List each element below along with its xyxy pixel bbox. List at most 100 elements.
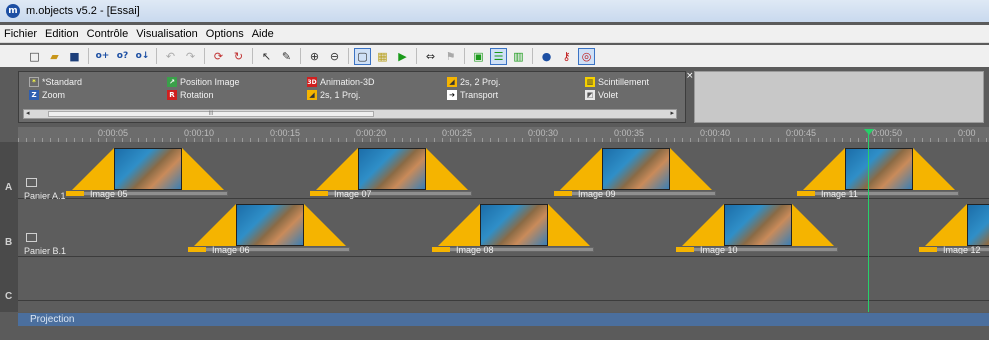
cursor-icon[interactable]: ↖ <box>258 48 275 65</box>
play-icon[interactable]: ▶ <box>394 48 411 65</box>
menu-aide[interactable]: Aide <box>248 28 278 40</box>
palette-item-zoom[interactable]: Z Zoom <box>29 89 65 101</box>
projection-panel-header[interactable]: Projection <box>18 313 989 326</box>
menu-options[interactable]: Options <box>202 28 248 40</box>
palette-item-rotation[interactable]: R Rotation <box>167 89 214 101</box>
key-icon[interactable]: ⚷ <box>558 48 575 65</box>
clip[interactable]: Image 10 <box>676 204 838 255</box>
menu-fichier[interactable]: Fichier <box>0 28 41 40</box>
clip-thumbnail <box>724 204 792 246</box>
palette-item-standard[interactable]: * *Standard <box>29 76 82 88</box>
grid-icon[interactable]: ▦ <box>374 48 391 65</box>
palette-item-animation-3d[interactable]: 3D Animation-3D <box>307 76 375 88</box>
fade-in-ramp[interactable] <box>316 148 358 190</box>
clip-thumbnail <box>480 204 548 246</box>
fade-out-ramp[interactable] <box>548 204 590 246</box>
loop-active-icon[interactable]: ◎ <box>578 47 595 65</box>
fade-in-ramp[interactable] <box>682 204 724 246</box>
window-title: m.objects v5.2 - [Essai] <box>26 5 140 17</box>
panel-icon[interactable]: ▥ <box>510 48 527 65</box>
scroll-left-icon[interactable]: ◂ <box>26 110 30 118</box>
object-help-icon[interactable]: o? <box>114 48 131 65</box>
palette-scrollbar[interactable]: ◂ III ▸ <box>23 109 677 119</box>
clip-label: Image 09 <box>578 189 616 199</box>
object-add-icon[interactable]: o+ <box>94 48 111 65</box>
clip[interactable]: Image 12 <box>919 204 989 254</box>
redo-icon[interactable]: ↷ <box>182 48 199 65</box>
app-logo-icon: m <box>6 4 20 18</box>
track-b-checkbox[interactable] <box>26 233 37 242</box>
track-letter-a: A <box>5 182 13 193</box>
palette-item-position-image[interactable]: ↗ Position Image <box>167 76 240 88</box>
clip[interactable]: Image 05 <box>66 148 228 199</box>
save-icon[interactable]: ■ <box>66 48 83 65</box>
fade-out-ramp[interactable] <box>182 148 224 190</box>
palette-item-label: Volet <box>598 90 619 100</box>
open-icon[interactable]: ▰ <box>46 48 63 65</box>
toolbar-separator <box>88 48 89 64</box>
clip[interactable]: Image 07 <box>310 148 472 199</box>
fade-out-ramp[interactable] <box>913 148 955 190</box>
undo-icon[interactable]: ↶ <box>162 48 179 65</box>
fade-out-ramp[interactable] <box>670 148 712 190</box>
wrench-icon[interactable]: ✎ <box>278 48 295 65</box>
playhead-line[interactable] <box>868 134 869 312</box>
time-ruler[interactable]: 0:00:05 0:00:10 0:00:15 0:00:20 0:00:25 … <box>18 127 989 142</box>
zoom-out-icon[interactable]: ⊖ <box>326 48 343 65</box>
title-bar: m m.objects v5.2 - [Essai] <box>0 0 989 22</box>
new-icon[interactable]: □ <box>26 48 43 65</box>
tracks-icon[interactable]: ☰ <box>490 47 507 65</box>
clip-start-cap <box>432 247 450 252</box>
ruler-tick: 0:00:50 <box>872 128 903 138</box>
object-select-icon[interactable]: o↓ <box>134 48 151 65</box>
fade-in-ramp[interactable] <box>925 204 967 246</box>
scroll-right-icon[interactable]: ▸ <box>670 110 674 118</box>
clip[interactable]: Image 11 <box>797 148 959 199</box>
fade-in-ramp[interactable] <box>194 204 236 246</box>
palette-item-volet[interactable]: ◩ Volet <box>585 89 618 101</box>
fade-in-ramp[interactable] <box>560 148 602 190</box>
palette-item-transport[interactable]: ➔ Transport <box>447 89 498 101</box>
fade-in-ramp[interactable] <box>72 148 114 190</box>
clip-label: Image 10 <box>700 245 738 255</box>
frame-icon[interactable]: ▢ <box>354 47 371 65</box>
zoom-icon: Z <box>29 90 39 100</box>
rotation-icon: R <box>167 90 177 100</box>
screen-icon[interactable]: ▣ <box>470 48 487 65</box>
playhead-handle[interactable] <box>864 129 874 135</box>
menu-edition[interactable]: Edition <box>41 28 83 40</box>
fade-in-ramp[interactable] <box>438 204 480 246</box>
refresh-icon[interactable]: ⟳ <box>210 48 227 65</box>
palette-scroll-thumb[interactable]: III <box>48 111 374 117</box>
loop-icon[interactable]: ⇔ <box>422 48 439 65</box>
fade-out-ramp[interactable] <box>426 148 468 190</box>
fade-out-ramp[interactable] <box>792 204 834 246</box>
clip[interactable]: Image 06 <box>188 204 350 255</box>
menu-bar: Fichier Edition Contrôle Visualisation O… <box>0 25 989 43</box>
palette-item-fade-1proj[interactable]: ◢ 2s, 1 Proj. <box>307 89 361 101</box>
fade-in-ramp[interactable] <box>803 148 845 190</box>
scintillement-icon: ▥ <box>585 77 595 87</box>
clip-start-cap <box>554 191 572 196</box>
palette-close-icon[interactable]: × <box>686 71 694 81</box>
toolbar: □ ▰ ■ o+ o? o↓ ↶ ↷ ⟳ ↻ ↖ ✎ ⊕ ⊖ ▢ ▦ ▶ ⇔ ⚑… <box>0 45 989 67</box>
clip[interactable]: Image 09 <box>554 148 716 199</box>
palette-item-fade-2proj[interactable]: ◢ 2s, 2 Proj. <box>447 76 501 88</box>
ruler-tick: 0:00:15 <box>270 128 301 138</box>
menu-controle[interactable]: Contrôle <box>83 28 133 40</box>
zoom-in-icon[interactable]: ⊕ <box>306 48 323 65</box>
clip-start-cap <box>676 247 694 252</box>
track-a-checkbox[interactable] <box>26 178 37 187</box>
toolbar-separator <box>204 48 205 64</box>
menu-visualisation[interactable]: Visualisation <box>132 28 202 40</box>
palette-item-label: Zoom <box>42 90 66 100</box>
marker-icon[interactable]: ⚑ <box>442 48 459 65</box>
clip[interactable]: Image 08 <box>432 204 594 255</box>
ruler-tick: 0:00:20 <box>356 128 387 138</box>
sync-icon[interactable]: ↻ <box>230 48 247 65</box>
record-icon[interactable]: ● <box>538 48 555 65</box>
fade-out-ramp[interactable] <box>304 204 346 246</box>
palette-item-label: Rotation <box>180 90 214 100</box>
palette-item-scintillement[interactable]: ▥ Scintillement <box>585 76 649 88</box>
clip-start-cap <box>797 191 815 196</box>
